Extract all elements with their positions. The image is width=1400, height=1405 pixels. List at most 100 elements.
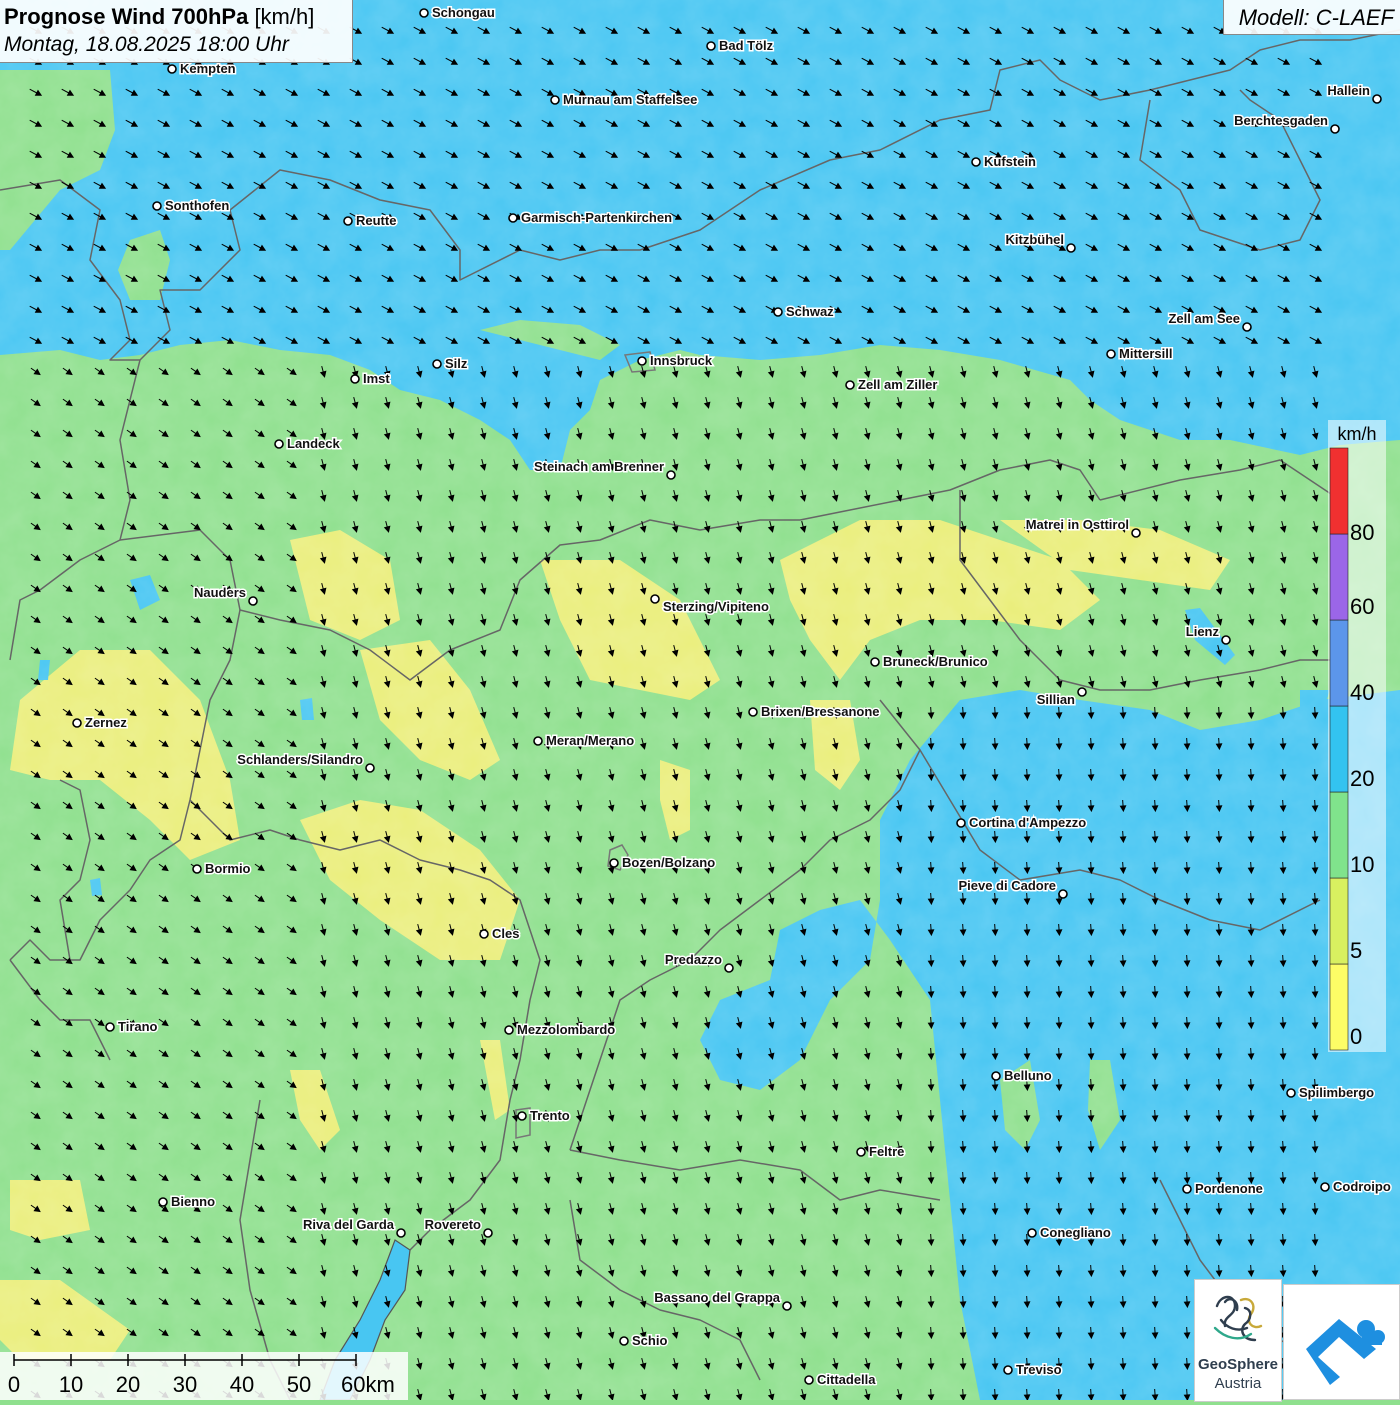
city-label: Brixen/Bressanone <box>761 704 880 719</box>
city-label: Imst <box>363 371 390 386</box>
city-dot <box>517 1111 527 1121</box>
city-marker[interactable]: Brixen/Bressanone <box>748 703 881 721</box>
city-marker[interactable]: Schongau <box>419 4 496 22</box>
color-legend: km/h 0 5 10 20 40 60 80 <box>1328 420 1386 1052</box>
city-dot <box>1182 1184 1192 1194</box>
city-label: Silz <box>445 356 468 371</box>
city-dot <box>1131 528 1141 538</box>
app-logo-icon <box>1306 1319 1385 1385</box>
forecast-datetime: Montag, 18.08.2025 18:00 Uhr <box>4 33 289 56</box>
city-dot <box>158 1197 168 1207</box>
city-label: Meran/Merano <box>546 733 634 748</box>
city-marker[interactable]: Sonthofen <box>152 197 231 215</box>
city-dot <box>619 1336 629 1346</box>
city-dot <box>1372 94 1382 104</box>
model-label-box: Modell: C-LAEF <box>1223 0 1400 35</box>
city-dot <box>1221 635 1231 645</box>
city-marker[interactable]: Meran/Merano <box>533 732 636 750</box>
city-dot <box>609 858 619 868</box>
city-label: Nauders <box>194 585 246 600</box>
city-label: Riva del Garda <box>303 1217 395 1232</box>
city-label: Schwaz <box>786 304 834 319</box>
city-label: Reutte <box>356 213 396 228</box>
city-dot <box>1320 1182 1330 1192</box>
city-label: Kempten <box>180 61 236 76</box>
city-label: Spilimbergo <box>1299 1085 1374 1100</box>
legend-swatch <box>1329 963 1349 1051</box>
city-dot <box>396 1228 406 1238</box>
city-dot <box>856 1147 866 1157</box>
city-label: Berchtesgaden <box>1234 113 1328 128</box>
city-marker[interactable]: Conegliano <box>1027 1224 1112 1242</box>
city-dot <box>666 470 676 480</box>
map-title: Prognose Wind 700hPa [km/h] <box>4 4 314 30</box>
scale-bar-graphic: 0 10 20 30 40 50 60km <box>8 1354 395 1397</box>
scale-label: 10 <box>59 1372 83 1397</box>
city-dot <box>748 707 758 717</box>
city-dot <box>956 818 966 828</box>
geosphere-logo[interactable]: GeoSphere Austria <box>1194 1279 1282 1402</box>
city-label: Innsbruck <box>650 353 713 368</box>
city-dot <box>167 64 177 74</box>
city-label: Pordenone <box>1195 1181 1263 1196</box>
legend-label: 5 <box>1350 938 1362 963</box>
city-dot <box>504 1025 514 1035</box>
city-dot <box>432 359 442 369</box>
city-marker[interactable]: Pordenone <box>1182 1180 1264 1198</box>
city-label: Tirano <box>118 1019 158 1034</box>
city-label: Feltre <box>869 1144 904 1159</box>
city-label: Zell am See <box>1168 311 1240 326</box>
scale-label: 0 <box>8 1372 20 1397</box>
city-label: Conegliano <box>1040 1225 1111 1240</box>
city-label: Schongau <box>432 5 495 20</box>
city-marker[interactable]: Bruneck/Brunico <box>870 653 989 671</box>
city-label: Predazzo <box>665 952 722 967</box>
city-dot <box>1066 243 1076 253</box>
city-label: Sonthofen <box>165 198 229 213</box>
city-marker[interactable]: Cortina d'Ampezzo <box>956 814 1088 832</box>
city-label: Belluno <box>1004 1068 1052 1083</box>
city-dot <box>343 216 353 226</box>
city-label: Bad Tölz <box>719 38 774 53</box>
city-label: Cortina d'Ampezzo <box>969 815 1086 830</box>
city-marker[interactable]: Spilimbergo <box>1286 1084 1376 1102</box>
city-dot <box>1330 124 1340 134</box>
scale-label: 50 <box>287 1372 311 1397</box>
city-label: Murnau am Staffelsee <box>563 92 697 107</box>
legend-swatch <box>1329 619 1349 707</box>
city-dot <box>479 929 489 939</box>
scale-label: 40 <box>230 1372 254 1397</box>
city-label: Cles <box>492 926 519 941</box>
city-dot <box>782 1301 792 1311</box>
legend-swatch <box>1329 447 1349 535</box>
city-dot <box>1003 1365 1013 1375</box>
city-dot <box>845 380 855 390</box>
city-label: Pieve di Cadore <box>958 878 1056 893</box>
city-marker[interactable]: Garmisch-Partenkirchen <box>508 209 674 227</box>
city-marker[interactable]: Mezzolombardo <box>504 1021 617 1039</box>
city-label: Schlanders/Silandro <box>237 752 363 767</box>
city-marker[interactable]: Bozen/Bolzano <box>609 854 717 872</box>
app-logo[interactable] <box>1283 1284 1400 1400</box>
wind-map[interactable]: Schongau Kempten Bad Tölz Murnau am Staffel… <box>0 0 1400 1400</box>
title-unit: [km/h] <box>254 4 315 29</box>
scale-label: 30 <box>173 1372 197 1397</box>
legend-swatch <box>1329 791 1349 879</box>
city-label: Kufstein <box>984 154 1036 169</box>
city-label: Schio <box>632 1333 667 1348</box>
city-marker[interactable]: Innsbruck <box>637 352 714 370</box>
city-dot <box>706 41 716 51</box>
city-dot <box>1286 1088 1296 1098</box>
city-label: Kitzbühel <box>1006 232 1065 247</box>
scale-label: 20 <box>116 1372 140 1397</box>
city-label: Trento <box>530 1108 570 1123</box>
city-marker[interactable]: Murnau am Staffelsee <box>550 91 699 109</box>
city-dot <box>650 594 660 604</box>
city-dot <box>152 201 162 211</box>
city-dot <box>971 157 981 167</box>
city-marker[interactable]: Zell am Ziller <box>845 376 939 394</box>
city-label: Codroipo <box>1333 1179 1391 1194</box>
city-label: Bruneck/Brunico <box>883 654 988 669</box>
city-dot <box>1077 687 1087 697</box>
city-label: Sterzing/Vipiteno <box>663 599 769 614</box>
